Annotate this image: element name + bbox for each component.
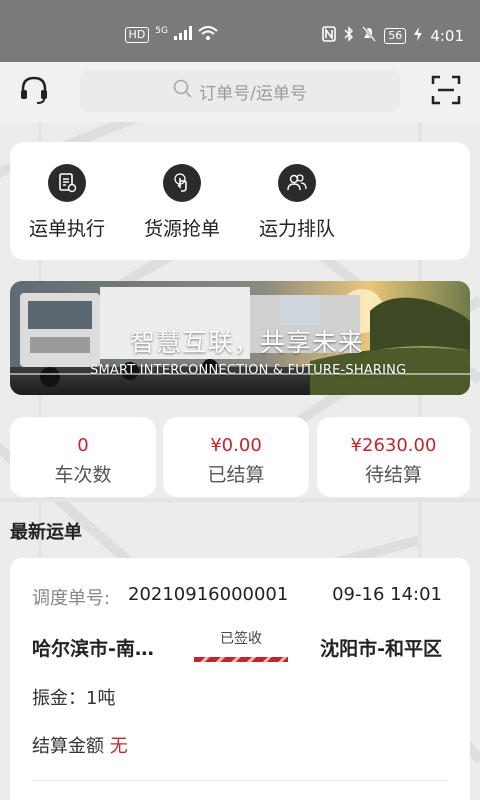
stat-trip-count[interactable]: 0 车次数 <box>10 417 156 497</box>
stat-value: 0 <box>77 435 89 456</box>
customer-service-button[interactable] <box>14 72 54 112</box>
document-icon <box>48 164 86 202</box>
status-bar-left: HD 5G <box>124 25 218 43</box>
stat-value: ¥0.00 <box>210 435 262 456</box>
scan-icon <box>431 75 461 109</box>
stat-settled[interactable]: ¥0.00 已结算 <box>163 417 309 497</box>
search-input[interactable]: 订单号/运单号 <box>80 70 400 112</box>
top-bar: 订单号/运单号 <box>0 62 480 122</box>
quick-action-capacity-queue[interactable]: 运力排队 <box>242 164 352 241</box>
signal-icon <box>174 26 192 43</box>
status-badge: 已签收 <box>220 631 262 647</box>
section-title-latest-waybills: 最新运单 <box>10 522 82 543</box>
waybill-time: 09-16 14:01 <box>332 584 442 605</box>
quick-actions-card: 运单执行 货源抢单 运力排队 <box>10 142 470 260</box>
quick-action-label: 运力排队 <box>258 218 335 240</box>
battery-indicator: 56 <box>384 28 407 44</box>
divider <box>32 780 448 781</box>
quick-action-waybill-execution[interactable]: 运单执行 <box>12 164 122 241</box>
banner-subtitle: SMART INTERCONNECTION & FUTURE-SHARING <box>90 363 407 378</box>
settlement-label: 结算金额 <box>32 736 104 757</box>
settlement-value: 无 <box>109 736 128 757</box>
banner-title: 智慧互联，共享未来 <box>130 328 365 357</box>
charging-icon <box>414 27 423 45</box>
status-bar: HD 5G 56 4:01 <box>0 0 480 62</box>
search-icon <box>173 79 193 104</box>
search-placeholder: 订单号/运单号 <box>199 83 307 104</box>
mute-bell-icon <box>362 26 377 46</box>
scan-button[interactable] <box>426 72 466 112</box>
destination-city: 沈阳市-和平区 <box>320 638 442 660</box>
wifi-icon <box>198 26 218 43</box>
hd-indicator: HD <box>124 26 150 43</box>
promo-banner[interactable]: 智慧互联，共享未来 SMART INTERCONNECTION & FUTURE… <box>10 281 470 395</box>
waybill-card[interactable]: 调度单号: 20210916000001 09-16 14:01 哈尔滨市-南…… <box>10 558 470 800</box>
stat-label: 车次数 <box>54 464 112 486</box>
clock: 4:01 <box>430 27 464 45</box>
dispatch-number: 20210916000001 <box>128 584 289 605</box>
settlement-amount: 结算金额 无 <box>32 732 128 758</box>
origin-city: 哈尔滨市-南… <box>32 638 154 660</box>
nfc-icon <box>322 26 337 46</box>
cargo-weight: 振金：1吨 <box>32 688 116 709</box>
headset-icon <box>18 74 50 110</box>
stat-value: ¥2630.00 <box>350 435 437 456</box>
stat-label: 待结算 <box>364 464 422 486</box>
users-icon <box>278 164 316 202</box>
status-route-line <box>194 657 288 662</box>
quick-action-grab-orders[interactable]: 货源抢单 <box>127 164 237 241</box>
network-label: 5G <box>155 25 168 36</box>
tap-hand-icon <box>163 164 201 202</box>
stat-pending-settlement[interactable]: ¥2630.00 待结算 <box>317 417 470 497</box>
bluetooth-icon <box>344 26 354 46</box>
quick-action-label: 运单执行 <box>28 218 105 240</box>
stat-label: 已结算 <box>207 464 265 486</box>
quick-action-label: 货源抢单 <box>143 218 220 240</box>
dispatch-number-label: 调度单号: <box>32 588 111 609</box>
status-bar-right: 56 4:01 <box>322 26 464 46</box>
